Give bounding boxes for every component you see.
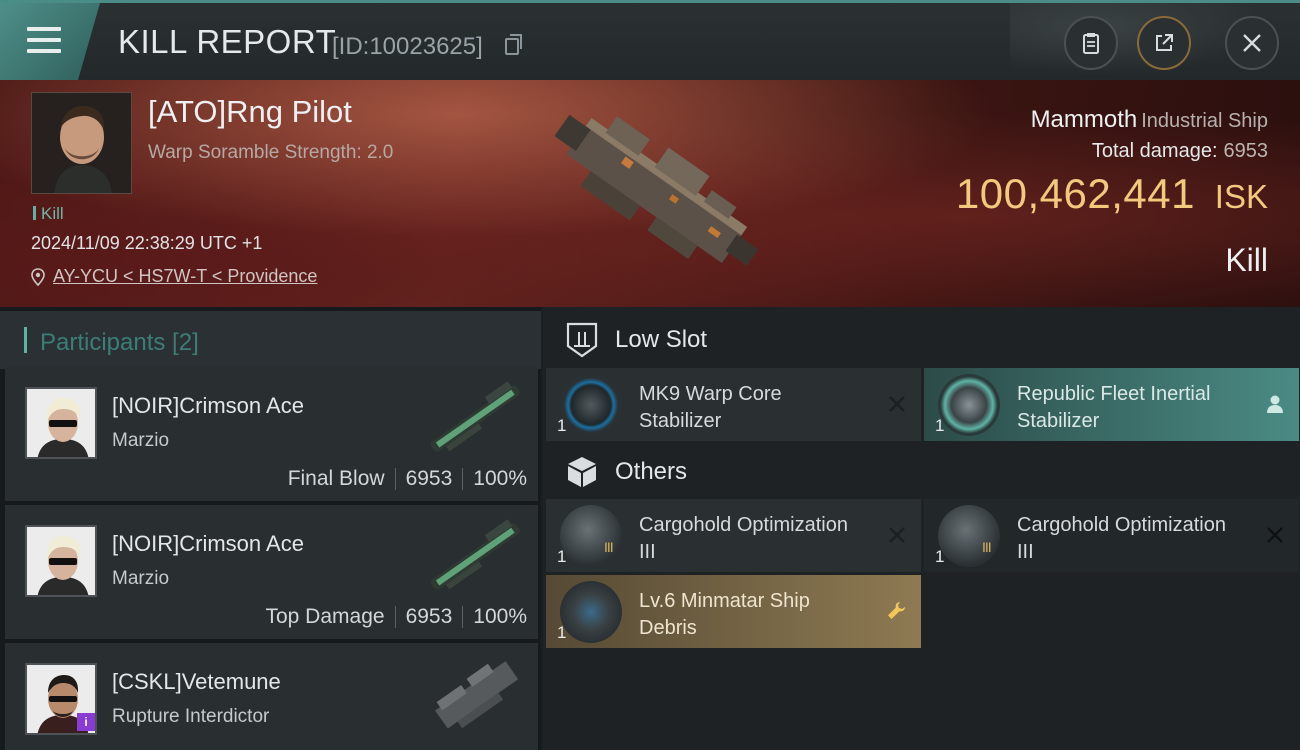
others-header: Others xyxy=(543,441,1300,503)
close-button[interactable] xyxy=(1225,16,1279,70)
location-pin-icon xyxy=(31,267,45,286)
clipboard-icon xyxy=(1083,33,1099,54)
module-quantity: 1 xyxy=(935,416,945,435)
participant-avatar[interactable]: i xyxy=(25,663,97,735)
person-icon xyxy=(1267,395,1283,413)
participant-pilot: Marzio xyxy=(112,430,170,451)
participant-percent: 100% xyxy=(473,605,527,628)
module-name: Cargohold Optimization III xyxy=(1017,514,1226,563)
module-slot[interactable]: III 1 Cargohold Optimization III xyxy=(924,499,1299,572)
participant-card[interactable]: [NOIR]Crimson Ace Marzio Final Blow 6953… xyxy=(5,367,538,501)
participant-card[interactable]: i [CSKL]Vetemune Rupture Interdictor xyxy=(5,643,538,750)
low-slot-header: Low Slot xyxy=(543,309,1300,371)
kill-timestamp: 2024/11/09 22:38:29 UTC +1 xyxy=(31,233,263,253)
victim-stat: Warp Soramble Strength: 2.0 xyxy=(148,142,394,163)
isk-unit: ISK xyxy=(1214,178,1268,215)
module-slot[interactable]: III 1 Cargohold Optimization III xyxy=(546,499,921,572)
destroyed-x-icon xyxy=(889,396,905,412)
cargohold-optimization-icon xyxy=(938,505,1000,567)
participant-name: [NOIR]Crimson Ace xyxy=(112,531,304,556)
report-id: [ID:10023625] xyxy=(332,33,483,60)
ship-debris-icon xyxy=(560,581,622,643)
participant-name: [CSKL]Vetemune xyxy=(112,669,281,694)
cargohold-optimization-icon xyxy=(560,505,622,567)
header-bar: KILL REPORT [ID:10023625] xyxy=(0,0,1300,83)
participant-damage: 6953 xyxy=(405,605,453,628)
victim-portrait[interactable] xyxy=(31,92,132,194)
participant-name: [NOIR]Crimson Ace xyxy=(112,393,304,418)
participant-stats: Final Blow 6953 100% xyxy=(288,467,527,491)
module-name: Lv.6 Minmatar Ship Debris xyxy=(639,590,810,639)
share-button[interactable] xyxy=(1137,16,1191,70)
others-label: Others xyxy=(615,458,688,485)
wrench-icon xyxy=(888,602,905,619)
total-damage: Total damage: 6953 xyxy=(1092,140,1268,163)
participants-title: Participants [2] xyxy=(40,329,199,356)
kill-location[interactable]: AY-YCU < HS7W-T < Providence xyxy=(31,266,317,287)
ship-class: Industrial Ship xyxy=(1141,110,1268,132)
participant-ship: Rupture Interdictor xyxy=(112,706,270,727)
participant-avatar[interactable] xyxy=(25,525,97,597)
destroyed-x-icon xyxy=(889,527,905,543)
module-quantity: 1 xyxy=(557,416,567,435)
module-slot[interactable]: 1 MK9 Warp Core Stabilizer xyxy=(546,368,921,441)
participant-label: Final Blow xyxy=(287,467,385,490)
participant-ship-icon xyxy=(430,381,520,452)
participant-ship-icon xyxy=(435,661,519,729)
participant-damage: 6953 xyxy=(405,467,453,490)
ship-name: Mammoth xyxy=(1030,106,1138,133)
total-damage-label: Total damage: xyxy=(1091,140,1218,162)
hamburger-icon xyxy=(27,27,61,60)
inertial-stabilizer-icon xyxy=(938,374,1000,436)
isk-value: 100,462,441 xyxy=(955,170,1195,217)
menu-button[interactable] xyxy=(0,3,100,80)
module-name: Republic Fleet Inertial Stabilizer xyxy=(1017,383,1211,432)
kill-result: Kill xyxy=(1225,242,1268,278)
participants-panel: Participants [2] [NOIR]Crimson Ace Marzi… xyxy=(0,307,541,750)
module-quantity: 1 xyxy=(935,547,945,566)
participant-stats: Top Damage 6953 100% xyxy=(265,605,527,629)
module-slot[interactable]: 1 Lv.6 Minmatar Ship Debris xyxy=(546,575,921,648)
participant-label: Top Damage xyxy=(265,605,385,628)
module-quantity: 1 xyxy=(557,547,567,566)
tier-iii-icon: III xyxy=(982,539,992,555)
location-link[interactable]: AY-YCU < HS7W-T < Providence xyxy=(53,266,317,287)
participant-percent: 100% xyxy=(473,467,527,490)
close-icon xyxy=(1243,34,1261,52)
warp-core-stabilizer-icon xyxy=(560,374,622,436)
copy-icon[interactable] xyxy=(505,34,522,55)
victim-name: [ATO]Rng Pilot xyxy=(148,94,352,129)
participant-pilot: Marzio xyxy=(112,568,170,589)
module-slot[interactable]: 1 Republic Fleet Inertial Stabilizer xyxy=(924,368,1299,441)
victim-ship-image xyxy=(554,114,759,266)
page-title: KILL REPORT xyxy=(118,23,337,60)
clipboard-button[interactable] xyxy=(1064,16,1118,70)
cube-icon xyxy=(562,452,602,492)
module-name: MK9 Warp Core Stabilizer xyxy=(639,383,782,432)
low-slot-label: Low Slot xyxy=(615,326,708,353)
tier-iii-icon: III xyxy=(604,539,614,555)
participant-avatar[interactable] xyxy=(25,387,97,459)
participants-header: Participants [2] xyxy=(0,311,541,369)
kill-tag: Kill xyxy=(33,204,64,224)
destroyed-x-icon xyxy=(1267,527,1283,543)
victim-banner: [ATO]Rng Pilot Warp Soramble Strength: 2… xyxy=(0,80,1300,307)
total-damage-value: 6953 xyxy=(1223,140,1269,162)
info-badge-icon: i xyxy=(77,713,95,731)
participant-card[interactable]: [NOIR]Crimson Ace Marzio Top Damage 6953… xyxy=(5,505,538,639)
share-icon xyxy=(1156,34,1173,51)
module-quantity: 1 xyxy=(557,623,567,642)
victim-ship: Mammoth Industrial Ship xyxy=(1031,106,1268,134)
participant-ship-icon xyxy=(430,519,520,590)
low-slot-icon xyxy=(562,320,602,360)
module-name: Cargohold Optimization III xyxy=(639,514,848,563)
modules-panel: Low Slot 1 MK9 Warp Core Stabilizer 1 Re… xyxy=(543,307,1300,750)
